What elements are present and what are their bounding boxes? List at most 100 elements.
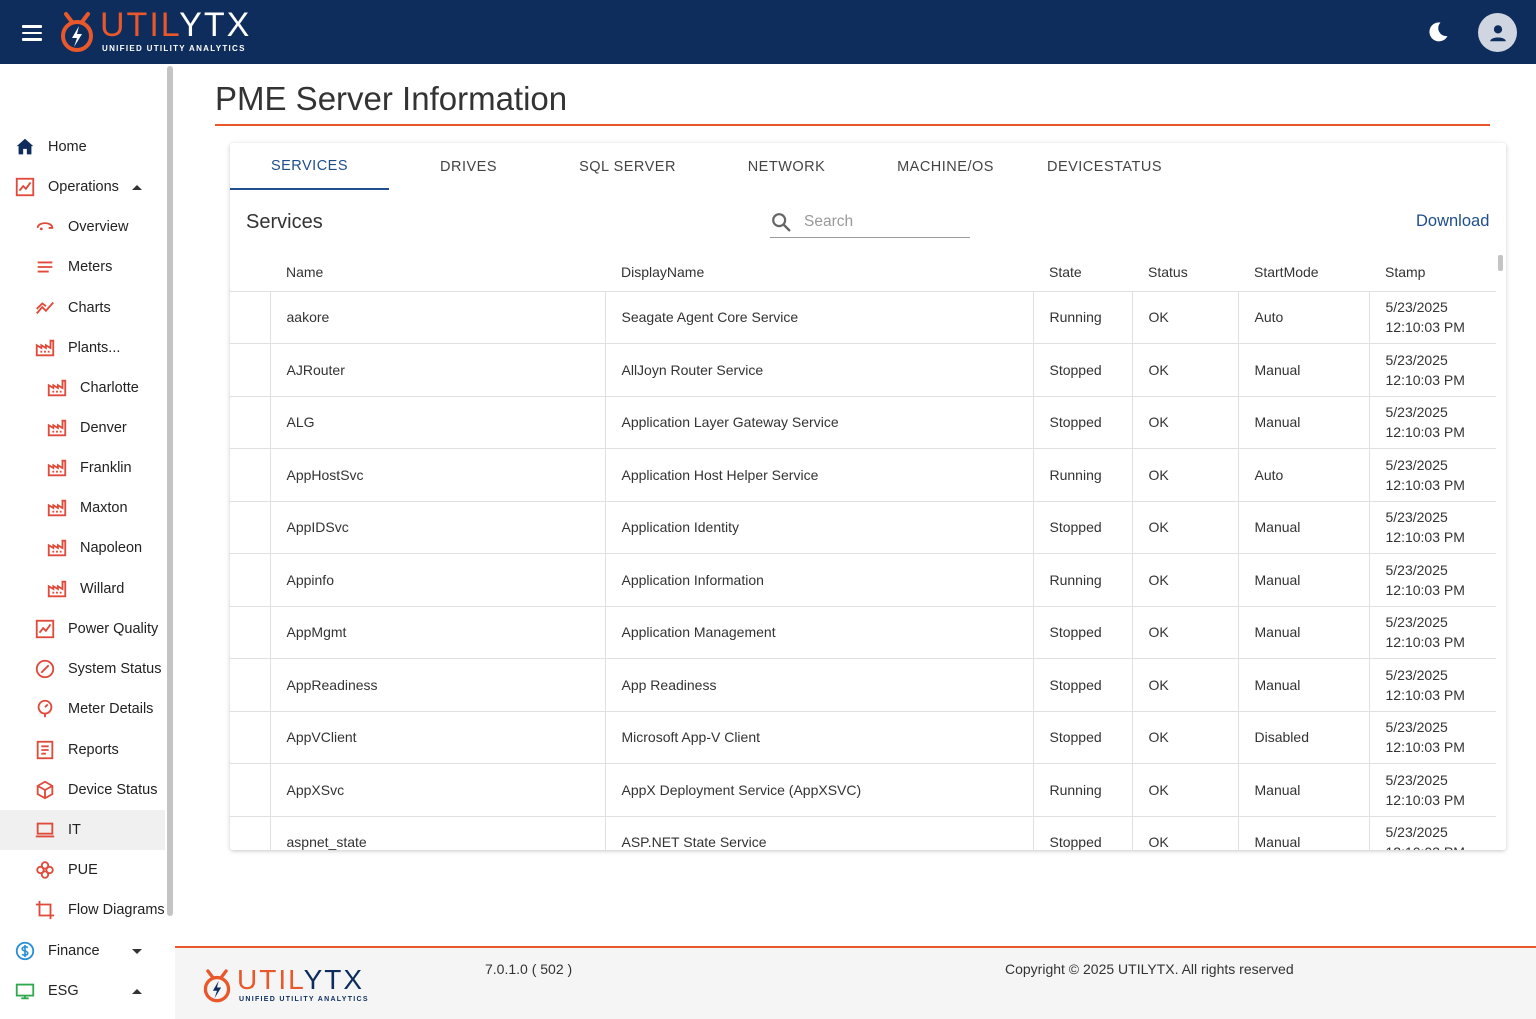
factory-icon: [34, 337, 56, 359]
row-select-cell[interactable]: [230, 816, 271, 850]
sidebar-item-power-quality[interactable]: Power Quality: [0, 609, 165, 649]
services-table-container[interactable]: Name DisplayName State Status StartMode …: [230, 253, 1496, 850]
row-select-cell[interactable]: [230, 606, 271, 659]
user-avatar[interactable]: [1478, 13, 1517, 52]
stamp-date: 5/23/2025: [1385, 824, 1448, 841]
column-header-status[interactable]: Status: [1132, 253, 1238, 292]
row-select-cell[interactable]: [230, 553, 271, 607]
cell-name: AppReadiness: [270, 658, 606, 712]
sidebar-item-system-status[interactable]: System Status: [0, 649, 165, 689]
sidebar-item-reports[interactable]: Reports: [0, 730, 165, 770]
search-input[interactable]: [804, 213, 954, 231]
table-row[interactable]: AppXSvc AppX Deployment Service (AppXSVC)…: [230, 763, 1496, 817]
cell-stamp: 5/23/2025 12:10:03 PM: [1369, 553, 1496, 607]
table-row[interactable]: ALG Application Layer Gateway Service Stop…: [230, 396, 1496, 449]
table-row[interactable]: aspnet_state ASP.NET State Service Stopped…: [230, 816, 1496, 850]
sidebar-scrollbar[interactable]: [167, 66, 173, 916]
column-header-name[interactable]: Name: [270, 253, 605, 292]
cell-stamp: 5/23/2025 12:10:03 PM: [1369, 291, 1496, 344]
tab-services[interactable]: SERVICES: [230, 143, 389, 190]
cell-name: AppMgmt: [270, 606, 606, 659]
tab-drives[interactable]: DRIVES: [389, 143, 548, 190]
cell-displayname: ASP.NET State Service: [605, 816, 1034, 850]
tab-sql-server[interactable]: SQL SERVER: [548, 143, 707, 190]
sidebar-item-charts[interactable]: Charts: [0, 288, 165, 328]
sidebar-item-pue[interactable]: PUE: [0, 850, 165, 890]
sidebar-item-willard[interactable]: Willard: [0, 569, 165, 609]
tab-devicestatus[interactable]: DEVICESTATUS: [1025, 143, 1184, 190]
tab-machine-os[interactable]: MACHINE/OS: [866, 143, 1025, 190]
table-row[interactable]: AppIDSvc Application Identity Stopped OK Man…: [230, 501, 1496, 554]
caret-up-icon[interactable]: [132, 988, 142, 994]
table-row[interactable]: AppMgmt Application Management Stopped OK Ma…: [230, 606, 1496, 659]
page-title: PME Server Information: [215, 80, 568, 117]
app-logo[interactable]: UTILYTX UNIFIED UTILITY ANALYTICS: [58, 8, 251, 54]
stamp-date: 5/23/2025: [1385, 456, 1448, 473]
crop-icon: [34, 899, 56, 921]
sidebar-item-overview[interactable]: Overview: [0, 207, 165, 247]
sidebar-item-home[interactable]: Home: [0, 127, 165, 167]
cell-displayname: AppX Deployment Service (AppXSVC): [605, 763, 1034, 817]
stamp-date: 5/23/2025: [1385, 351, 1448, 368]
cell-stamp: 5/23/2025 12:10:03 PM: [1369, 711, 1496, 764]
row-select-cell[interactable]: [230, 291, 271, 344]
menu-icon[interactable]: [20, 21, 44, 43]
cell-status: OK: [1132, 553, 1239, 607]
top-app-bar: UTILYTX UNIFIED UTILITY ANALYTICS: [0, 0, 1536, 64]
cell-status: OK: [1132, 711, 1239, 764]
cell-displayname: Application Information: [605, 553, 1034, 607]
cell-state: Stopped: [1033, 396, 1133, 449]
table-row[interactable]: AppHostSvc Application Host Helper Servic…: [230, 448, 1496, 502]
caret-up-icon[interactable]: [132, 184, 142, 190]
column-header-startmode[interactable]: StartMode: [1238, 253, 1369, 292]
sidebar-item-flow-diagrams[interactable]: Flow Diagrams: [0, 890, 165, 930]
tab-network[interactable]: NETWORK: [707, 143, 866, 190]
table-row[interactable]: AppVClient Microsoft App-V Client Stopped O…: [230, 711, 1496, 764]
sidebar-item-it[interactable]: IT: [0, 810, 165, 850]
row-select-cell[interactable]: [230, 658, 271, 712]
cell-displayname: Seagate Agent Core Service: [605, 291, 1034, 344]
column-header-stamp[interactable]: Stamp: [1369, 253, 1496, 292]
stamp-date: 5/23/2025: [1385, 509, 1448, 526]
table-row[interactable]: AJRouter AllJoyn Router Service Stopped OK M…: [230, 343, 1496, 397]
sidebar-item-finance[interactable]: Finance: [0, 931, 165, 971]
logo-mark-icon: [61, 12, 93, 52]
factory-icon: [46, 578, 68, 600]
sidebar-item-operations[interactable]: Operations: [0, 167, 165, 207]
row-select-cell[interactable]: [230, 763, 271, 817]
cell-state: Running: [1033, 763, 1133, 817]
row-select-cell[interactable]: [230, 448, 271, 502]
table-row[interactable]: aakore Seagate Agent Core Service Running O…: [230, 291, 1496, 344]
cell-state: Running: [1033, 291, 1133, 344]
dark-mode-toggle-icon[interactable]: [1426, 20, 1450, 44]
row-select-cell[interactable]: [230, 396, 271, 449]
sidebar-item-device-status[interactable]: Device Status: [0, 770, 165, 810]
sidebar-item-napoleon[interactable]: Napoleon: [0, 528, 165, 568]
column-header-displayname[interactable]: DisplayName: [605, 253, 1033, 292]
sidebar-item-charlotte[interactable]: Charlotte: [0, 368, 165, 408]
cell-startmode: Manual: [1238, 606, 1370, 659]
sidebar-item-label: Flow Diagrams: [68, 902, 165, 918]
sidebar-item-denver[interactable]: Denver: [0, 408, 165, 448]
sidebar-item-franklin[interactable]: Franklin: [0, 448, 165, 488]
stamp-time: 12:10:03 PM: [1385, 634, 1465, 651]
table-row[interactable]: AppReadiness App Readiness Stopped OK Manual…: [230, 658, 1496, 712]
column-header-state[interactable]: State: [1033, 253, 1132, 292]
sidebar-item-label: Reports: [68, 742, 119, 758]
sidebar-item-maxton[interactable]: Maxton: [0, 488, 165, 528]
overview-icon: [34, 216, 56, 238]
download-button[interactable]: Download: [1416, 212, 1489, 231]
trend-icon: [34, 297, 56, 319]
row-select-cell[interactable]: [230, 501, 271, 554]
row-select-cell[interactable]: [230, 343, 271, 397]
sidebar-item-esg[interactable]: ESG: [0, 971, 165, 1011]
sidebar-item-meter-details[interactable]: Meter Details: [0, 689, 165, 729]
row-select-cell[interactable]: [230, 711, 271, 764]
sidebar-item-meters[interactable]: Meters: [0, 247, 165, 287]
sidebar-item-label: Device Status: [68, 782, 158, 798]
table-row[interactable]: Appinfo Application Information Running OK M…: [230, 553, 1496, 607]
caret-down-icon[interactable]: [132, 948, 142, 954]
sidebar-item-plants[interactable]: Plants...: [0, 328, 165, 368]
table-scrollbar[interactable]: [1498, 255, 1503, 271]
stamp-date: 5/23/2025: [1385, 719, 1448, 736]
